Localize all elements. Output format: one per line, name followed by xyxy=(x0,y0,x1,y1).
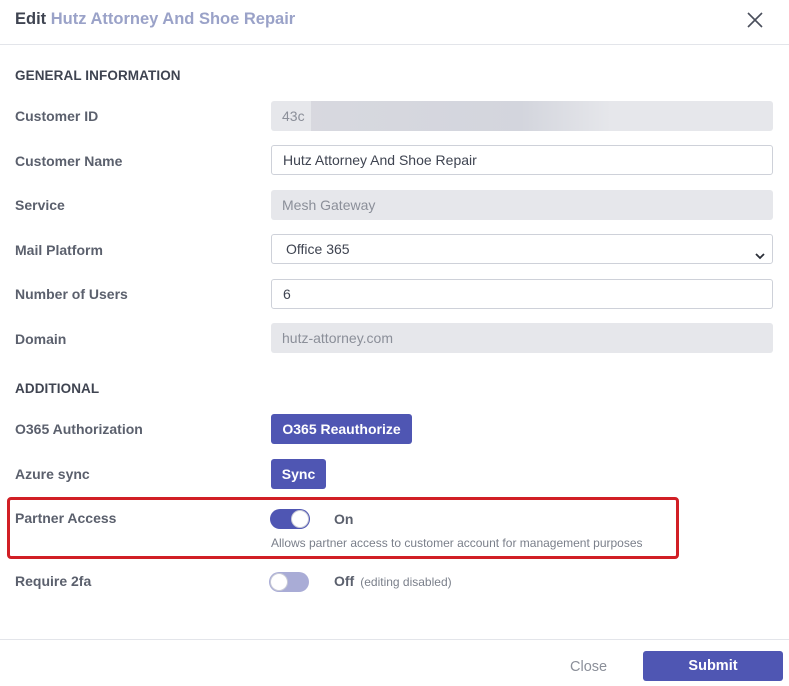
azure-sync-label: Azure sync xyxy=(15,466,90,482)
domain-label: Domain xyxy=(15,331,67,347)
o365-reauthorize-button[interactable]: O365 Reauthorize xyxy=(271,414,412,444)
require-2fa-note: (editing disabled) xyxy=(360,575,452,589)
service-label: Service xyxy=(15,197,65,213)
require-2fa-toggle-knob xyxy=(270,573,288,591)
submit-button[interactable]: Submit xyxy=(643,651,783,681)
mail-platform-select[interactable]: Office 365 xyxy=(271,234,773,264)
customer-name-label: Customer Name xyxy=(15,153,123,169)
general-information-heading: GENERAL INFORMATION xyxy=(15,68,181,83)
customer-name-value: Hutz Attorney And Shoe Repair xyxy=(283,152,477,168)
modal-title: Edit Hutz Attorney And Shoe Repair xyxy=(15,10,295,29)
require-2fa-label: Require 2fa xyxy=(15,573,92,589)
require-2fa-state: Off xyxy=(334,573,355,589)
partner-access-state: On xyxy=(334,511,354,527)
modal-footer: Close Submit xyxy=(0,639,789,686)
partner-access-toggle[interactable] xyxy=(270,509,310,529)
chevron-down-icon xyxy=(754,243,766,260)
service-field: Mesh Gateway xyxy=(271,190,773,220)
domain-value: hutz-attorney.com xyxy=(282,330,394,346)
domain-field: hutz-attorney.com xyxy=(271,323,773,353)
customer-id-value: 43c xyxy=(282,108,305,124)
close-icon[interactable] xyxy=(745,10,765,30)
require-2fa-state-row: Off (editing disabled) xyxy=(334,573,452,589)
require-2fa-toggle[interactable] xyxy=(269,572,309,592)
customer-name-input[interactable]: Hutz Attorney And Shoe Repair xyxy=(271,145,773,175)
number-of-users-input[interactable]: 6 xyxy=(271,279,773,309)
customer-id-label: Customer ID xyxy=(15,108,99,124)
close-button[interactable]: Close xyxy=(570,659,607,675)
additional-heading: ADDITIONAL xyxy=(15,381,100,396)
modal-title-customer-name: Hutz Attorney And Shoe Repair xyxy=(50,10,296,28)
partner-access-label: Partner Access xyxy=(15,510,117,526)
partner-access-toggle-knob xyxy=(291,510,309,528)
mail-platform-value: Office 365 xyxy=(286,241,350,257)
service-value: Mesh Gateway xyxy=(282,197,376,213)
mail-platform-label: Mail Platform xyxy=(15,242,103,258)
modal-title-prefix: Edit xyxy=(15,10,47,28)
number-of-users-label: Number of Users xyxy=(15,286,128,302)
o365-authorization-label: O365 Authorization xyxy=(15,421,143,437)
customer-id-redaction xyxy=(311,101,611,131)
customer-id-field: 43c xyxy=(271,101,773,131)
partner-access-help-text: Allows partner access to customer accoun… xyxy=(271,536,643,550)
sync-button[interactable]: Sync xyxy=(271,459,326,489)
number-of-users-value: 6 xyxy=(283,286,291,302)
modal-header: Edit Hutz Attorney And Shoe Repair xyxy=(0,0,789,45)
